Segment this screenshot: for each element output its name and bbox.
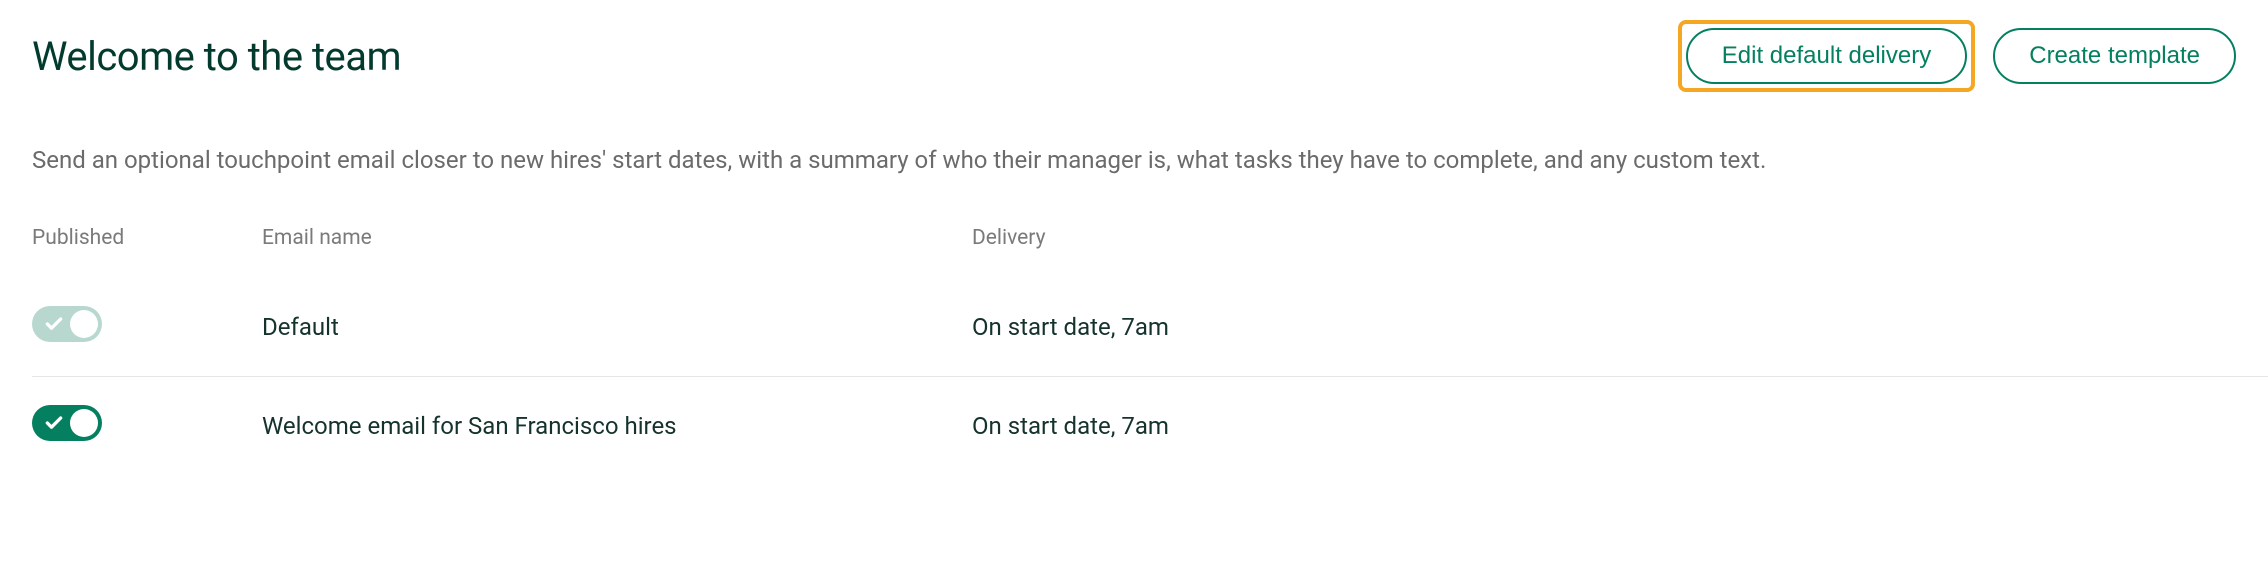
highlight-edit-default-delivery: Edit default delivery — [1678, 20, 1975, 92]
edit-default-delivery-button[interactable]: Edit default delivery — [1686, 28, 1967, 84]
create-template-button[interactable]: Create template — [1993, 28, 2236, 84]
table-header-row: Published Email name Delivery — [32, 226, 2268, 278]
published-toggle[interactable] — [32, 405, 102, 441]
toggle-knob — [70, 310, 98, 338]
email-name-cell: Default — [262, 313, 972, 341]
email-name-cell: Welcome email for San Francisco hires — [262, 412, 972, 440]
col-header-delivery: Delivery — [972, 226, 2268, 250]
header-actions: Edit default delivery Create template — [1678, 20, 2236, 92]
delivery-cell: On start date, 7am — [972, 412, 2268, 440]
check-icon — [44, 314, 64, 334]
page-description: Send an optional touchpoint email closer… — [32, 144, 2268, 178]
table-row: Default On start date, 7am — [32, 278, 2268, 377]
table-row: Welcome email for San Francisco hires On… — [32, 377, 2268, 475]
email-templates-table: Published Email name Delivery Default On… — [32, 226, 2268, 475]
col-header-published: Published — [32, 226, 262, 250]
delivery-cell: On start date, 7am — [972, 313, 2268, 341]
col-header-email-name: Email name — [262, 226, 972, 250]
toggle-knob — [70, 409, 98, 437]
published-toggle[interactable] — [32, 306, 102, 342]
check-icon — [44, 413, 64, 433]
page-title: Welcome to the team — [32, 33, 401, 80]
